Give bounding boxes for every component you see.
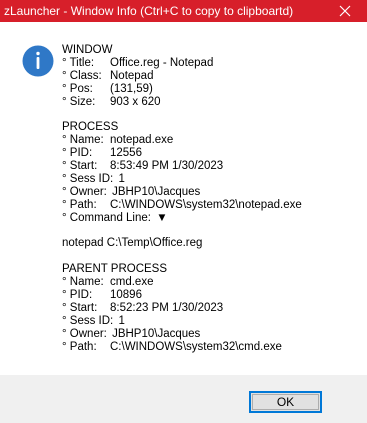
command-line-row[interactable]: ° Command Line: ▼: [62, 212, 357, 225]
process-pid-row: ° PID: 12556: [62, 147, 142, 160]
close-button[interactable]: [323, 0, 367, 22]
section-heading: PARENT PROCESS: [62, 263, 168, 276]
parent-path-row: ° Path: C:\WINDOWS\system32\cmd.exe: [62, 340, 282, 353]
window-size-row: ° Size: 903 x 620: [62, 95, 161, 108]
info-icon: [22, 45, 54, 77]
window-section: WINDOW ° Title: Office.reg - Notepad ° C…: [62, 44, 357, 108]
process-session-row: ° Sess ID: 1: [62, 173, 125, 186]
parent-owner-row: ° Owner: JBHP10\Jacques: [62, 327, 201, 340]
parent-name-row: ° Name: cmd.exe: [62, 276, 154, 289]
process-name-row: ° Name: notepad.exe: [62, 134, 174, 147]
window-title-row: ° Title: Office.reg - Notepad: [62, 56, 214, 69]
process-path-row: ° Path: C:\WINDOWS\system32\notepad.exe: [62, 198, 302, 211]
chevron-down-icon[interactable]: ▼: [156, 212, 167, 224]
command-line-value: notepad C:\Temp\Office.reg: [62, 237, 203, 250]
parent-pid-row: ° PID: 10896: [62, 289, 142, 302]
process-start-row: ° Start: 8:53:49 PM 1/30/2023: [62, 160, 224, 173]
title-bar[interactable]: zLauncher - Window Info (Ctrl+C to copy …: [0, 0, 367, 22]
window-info-text: WINDOW ° Title: Office.reg - Notepad ° C…: [62, 44, 357, 354]
dialog-content-area: WINDOW ° Title: Office.reg - Notepad ° C…: [0, 22, 367, 375]
process-section: PROCESS ° Name: notepad.exe ° PID: 12556…: [62, 121, 357, 250]
window-class-row: ° Class: Notepad: [62, 69, 154, 82]
window-pos-row: ° Pos: (131,59): [62, 82, 153, 95]
section-heading: PROCESS: [62, 121, 119, 134]
process-owner-row: ° Owner: JBHP10\Jacques: [62, 185, 201, 198]
window-info-dialog: zLauncher - Window Info (Ctrl+C to copy …: [0, 0, 367, 423]
parent-start-row: ° Start: 8:52:23 PM 1/30/2023: [62, 302, 224, 315]
parent-session-row: ° Sess ID: 1: [62, 314, 125, 327]
close-icon: [339, 5, 351, 17]
dialog-footer: OK: [0, 375, 367, 423]
ok-button[interactable]: OK: [249, 391, 322, 413]
window-title: zLauncher - Window Info (Ctrl+C to copy …: [4, 4, 294, 18]
section-heading: WINDOW: [62, 44, 113, 56]
parent-process-section: PARENT PROCESS ° Name: cmd.exe ° PID: 10…: [62, 263, 357, 353]
